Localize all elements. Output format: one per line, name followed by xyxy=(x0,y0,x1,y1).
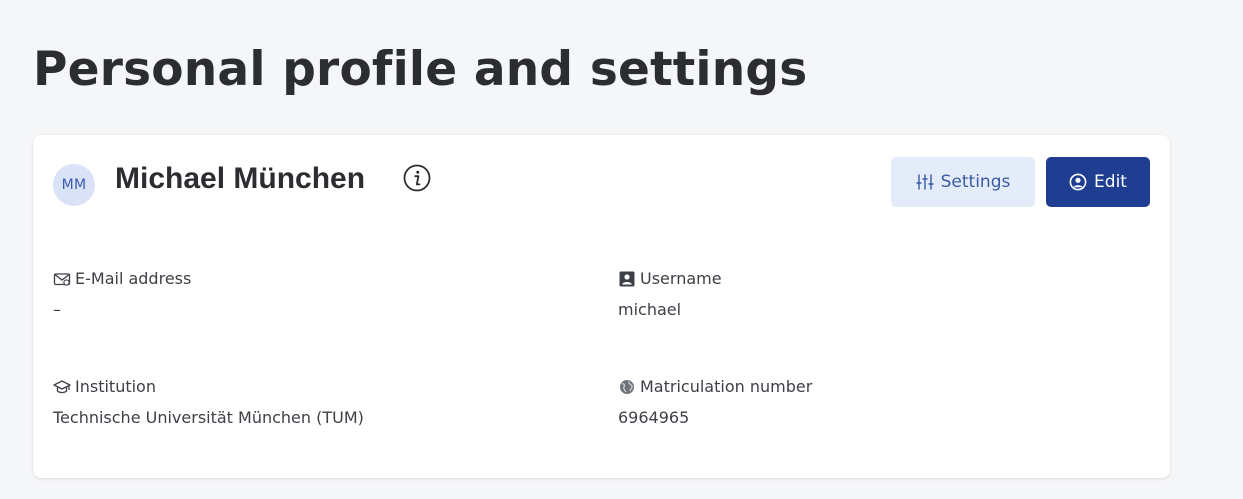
info-circle-icon[interactable] xyxy=(402,163,432,193)
institution-value: Technische Universität München (TUM) xyxy=(53,408,364,427)
institution-label: Institution xyxy=(75,377,156,396)
settings-button-label: Settings xyxy=(940,172,1011,192)
username-value: michael xyxy=(618,300,682,319)
globe-icon xyxy=(620,380,634,394)
envelope-icon xyxy=(53,273,71,286)
profile-page: Personal profile and settings MM Michael… xyxy=(0,0,1243,499)
username-field: Username michael xyxy=(618,268,722,321)
edit-button[interactable]: Edit xyxy=(1046,157,1150,207)
edit-button-label: Edit xyxy=(1094,172,1127,192)
matriculation-label: Matriculation number xyxy=(640,377,813,396)
user-name: Michael München xyxy=(115,162,366,195)
graduation-cap-icon xyxy=(53,380,71,394)
settings-button[interactable]: Settings xyxy=(891,157,1035,207)
email-field: E-Mail address – xyxy=(53,268,191,321)
id-card-icon xyxy=(619,271,635,287)
email-value: – xyxy=(53,300,61,319)
username-label: Username xyxy=(640,269,722,288)
matriculation-field: Matriculation number 6964965 xyxy=(618,376,812,429)
matriculation-value: 6964965 xyxy=(618,408,690,427)
email-label: E-Mail address xyxy=(75,269,192,288)
profile-card: MM Michael München Settings Edit E-Mail … xyxy=(33,135,1170,478)
sliders-icon xyxy=(915,174,934,190)
institution-field: Institution Technische Universität Münch… xyxy=(53,376,364,429)
avatar: MM xyxy=(53,164,95,206)
profile-card-header: MM Michael München Settings Edit xyxy=(53,157,1150,207)
page-title: Personal profile and settings xyxy=(33,42,808,97)
user-circle-icon xyxy=(1069,173,1087,191)
